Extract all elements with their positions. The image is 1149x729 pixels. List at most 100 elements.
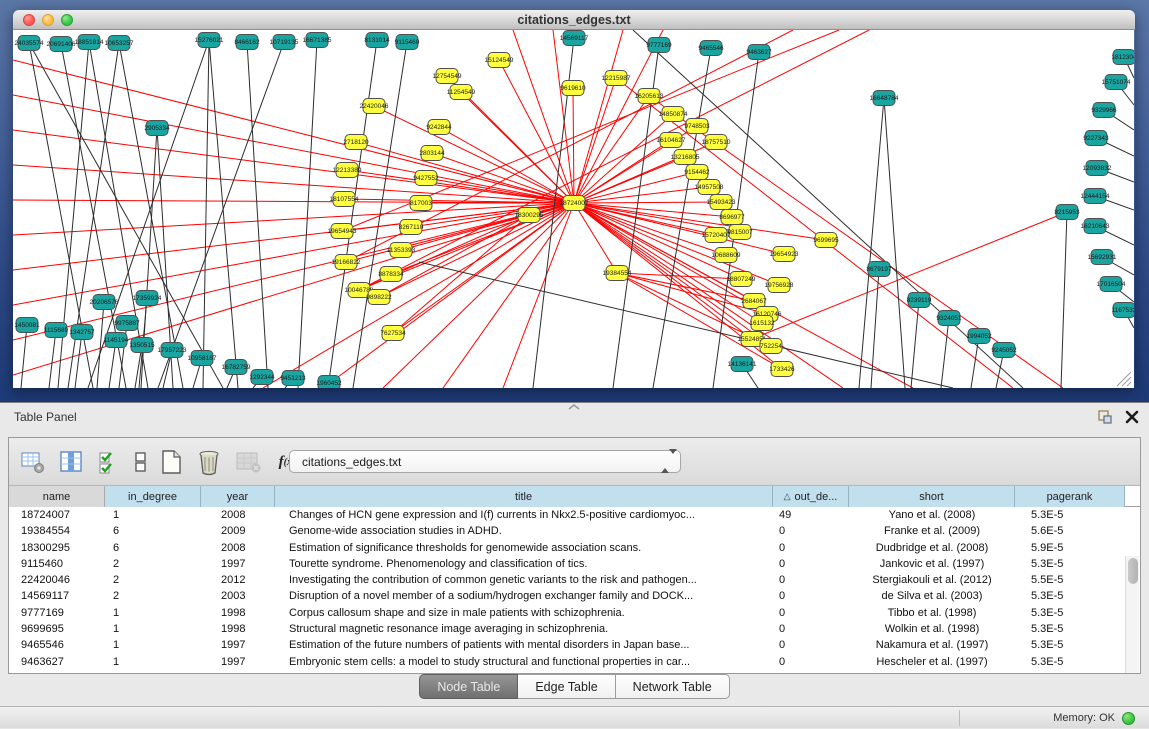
- graph-edge[interactable]: [574, 203, 826, 240]
- table-cell[interactable]: Franke et al. (2009): [849, 523, 1015, 539]
- table-cell[interactable]: 1: [105, 605, 201, 621]
- table-cell[interactable]: Stergiakouli et al. (2012): [849, 572, 1015, 588]
- new-document-icon[interactable]: [157, 448, 185, 476]
- table-cell[interactable]: 0: [773, 621, 849, 637]
- table-cell[interactable]: 9465546: [9, 637, 105, 653]
- table-cell[interactable]: Changes of HCN gene expression and I(f) …: [275, 507, 773, 523]
- graph-edge[interactable]: [553, 30, 574, 203]
- graph-edge[interactable]: [752, 212, 1067, 339]
- table-cell[interactable]: 5.3E-5: [1015, 621, 1125, 637]
- table-cell[interactable]: 1: [105, 637, 201, 653]
- table-cell[interactable]: Investigating the contribution of common…: [275, 572, 773, 588]
- table-cell[interactable]: 0: [773, 605, 849, 621]
- table-cell[interactable]: 1997: [201, 556, 275, 572]
- table-cell[interactable]: 22420046: [9, 572, 105, 588]
- table-cell[interactable]: 0: [773, 654, 849, 670]
- graph-edge[interactable]: [574, 203, 617, 273]
- graph-edge[interactable]: [298, 40, 317, 388]
- table-cell[interactable]: 1997: [201, 637, 275, 653]
- table-cell[interactable]: Estimation of the future numbers of pati…: [275, 637, 773, 653]
- table-cell[interactable]: 5.3E-5: [1015, 507, 1125, 523]
- table-cell[interactable]: Structural magnetic resonance image aver…: [275, 621, 773, 637]
- table-cell[interactable]: 19384554: [9, 523, 105, 539]
- table-row[interactable]: 969969511998Structural magnetic resonanc…: [9, 621, 1140, 637]
- table-cell[interactable]: 0: [773, 637, 849, 653]
- table-cell[interactable]: 0: [773, 540, 849, 556]
- table-cell[interactable]: 9463627: [9, 654, 105, 670]
- table-selector[interactable]: citations_edges.txt: [289, 450, 681, 473]
- graph-edge[interactable]: [203, 40, 209, 388]
- panel-splitter-handle[interactable]: [568, 397, 580, 403]
- table-cell[interactable]: Jankovic et al. (1997): [849, 556, 1015, 572]
- graph-edge[interactable]: [884, 98, 905, 388]
- table-row[interactable]: 946554611997Estimation of the future num…: [9, 637, 1140, 653]
- canvas-resize-grip[interactable]: [1117, 372, 1131, 386]
- table-cell[interactable]: 2003: [201, 588, 275, 604]
- table-cell[interactable]: 5.9E-5: [1015, 540, 1125, 556]
- table-cell[interactable]: 2012: [201, 572, 275, 588]
- table-cell[interactable]: 6: [105, 523, 201, 539]
- memory-status-indicator[interactable]: [1122, 712, 1135, 725]
- table-cell[interactable]: 0: [773, 572, 849, 588]
- table-cell[interactable]: 2: [105, 588, 201, 604]
- network-canvas[interactable]: 1872400722420046271812012213389181075541…: [13, 30, 1134, 388]
- column-header-pagerank[interactable]: pagerank: [1015, 486, 1125, 507]
- graph-edge[interactable]: [503, 203, 574, 388]
- table-row[interactable]: 1830029562008Estimation of significance …: [9, 540, 1140, 556]
- graph-edge[interactable]: [13, 203, 574, 305]
- graph-edge[interactable]: [616, 78, 1013, 388]
- table-cell[interactable]: 2: [105, 556, 201, 572]
- table-vertical-scrollbar[interactable]: [1125, 556, 1139, 673]
- graph-edge[interactable]: [328, 40, 377, 388]
- tab-edge-table[interactable]: Edge Table: [518, 674, 615, 699]
- table-cell[interactable]: 5.3E-5: [1015, 654, 1125, 670]
- table-cell[interactable]: 0: [773, 523, 849, 539]
- table-cell[interactable]: 49: [773, 507, 849, 523]
- table-cell[interactable]: Wolkin et al. (1998): [849, 621, 1015, 637]
- column-header-out-degree[interactable]: △ out_de...: [773, 486, 849, 507]
- table-cell[interactable]: Yano et al. (2008): [849, 507, 1015, 523]
- table-cell[interactable]: Nakamura et al. (1997): [849, 637, 1015, 653]
- table-cell[interactable]: 1998: [201, 605, 275, 621]
- graph-edge[interactable]: [356, 142, 574, 203]
- graph-edge[interactable]: [75, 332, 82, 388]
- tab-network-table[interactable]: Network Table: [616, 674, 730, 699]
- table-cell[interactable]: 2008: [201, 540, 275, 556]
- delete-trash-icon[interactable]: [195, 448, 223, 476]
- table-cell[interactable]: 9777169: [9, 605, 105, 621]
- column-header-name[interactable]: name: [9, 486, 105, 507]
- column-header-short[interactable]: short: [849, 486, 1015, 507]
- table-cell[interactable]: 9699695: [9, 621, 105, 637]
- table-row[interactable]: 1456911722003Disruption of a novel membe…: [9, 588, 1140, 604]
- graph-edge[interactable]: [911, 300, 919, 388]
- graph-edge[interactable]: [13, 60, 574, 203]
- network-graph[interactable]: 1872400722420046271812012213389181075541…: [13, 30, 1134, 388]
- table-row[interactable]: 977716911998Corpus callosum shape and si…: [9, 605, 1140, 621]
- graph-edge[interactable]: [419, 262, 953, 388]
- table-cell[interactable]: 5.6E-5: [1015, 523, 1125, 539]
- table-row[interactable]: 911546021997Tourette syndrome. Phenomeno…: [9, 556, 1140, 572]
- table-cell[interactable]: Embryonic stem cells: a model to study s…: [275, 654, 773, 670]
- table-cell[interactable]: Corpus callosum shape and size in male p…: [275, 605, 773, 621]
- table-cell[interactable]: 1: [105, 621, 201, 637]
- table-cell[interactable]: 2: [105, 572, 201, 588]
- table-cell[interactable]: 9115460: [9, 556, 105, 572]
- table-row[interactable]: 946362711997Embryonic stem cells: a mode…: [9, 654, 1140, 670]
- table-cell[interactable]: 5.5E-5: [1015, 572, 1125, 588]
- table-row[interactable]: 2242004622012Investigating the contribut…: [9, 572, 1140, 588]
- table-row[interactable]: 1938455462009Genome-wide association stu…: [9, 523, 1140, 539]
- graph-edge[interactable]: [573, 88, 574, 203]
- table-cell[interactable]: 18300295: [9, 540, 105, 556]
- table-cell[interactable]: 6: [105, 540, 201, 556]
- float-panel-icon[interactable]: [1097, 409, 1113, 430]
- table-cell[interactable]: 2008: [201, 507, 275, 523]
- graph-edge[interactable]: [49, 330, 56, 388]
- graph-edge[interactable]: [633, 30, 1023, 388]
- show-columns-icon[interactable]: [57, 448, 85, 476]
- table-cell[interactable]: Tourette syndrome. Phenomenology and cla…: [275, 556, 773, 572]
- table-cell[interactable]: 1: [105, 654, 201, 670]
- table-cell[interactable]: 0: [773, 588, 849, 604]
- scrollbar-thumb[interactable]: [1128, 558, 1138, 584]
- graph-edge[interactable]: [1061, 212, 1067, 388]
- table-cell[interactable]: Estimation of significance thresholds fo…: [275, 540, 773, 556]
